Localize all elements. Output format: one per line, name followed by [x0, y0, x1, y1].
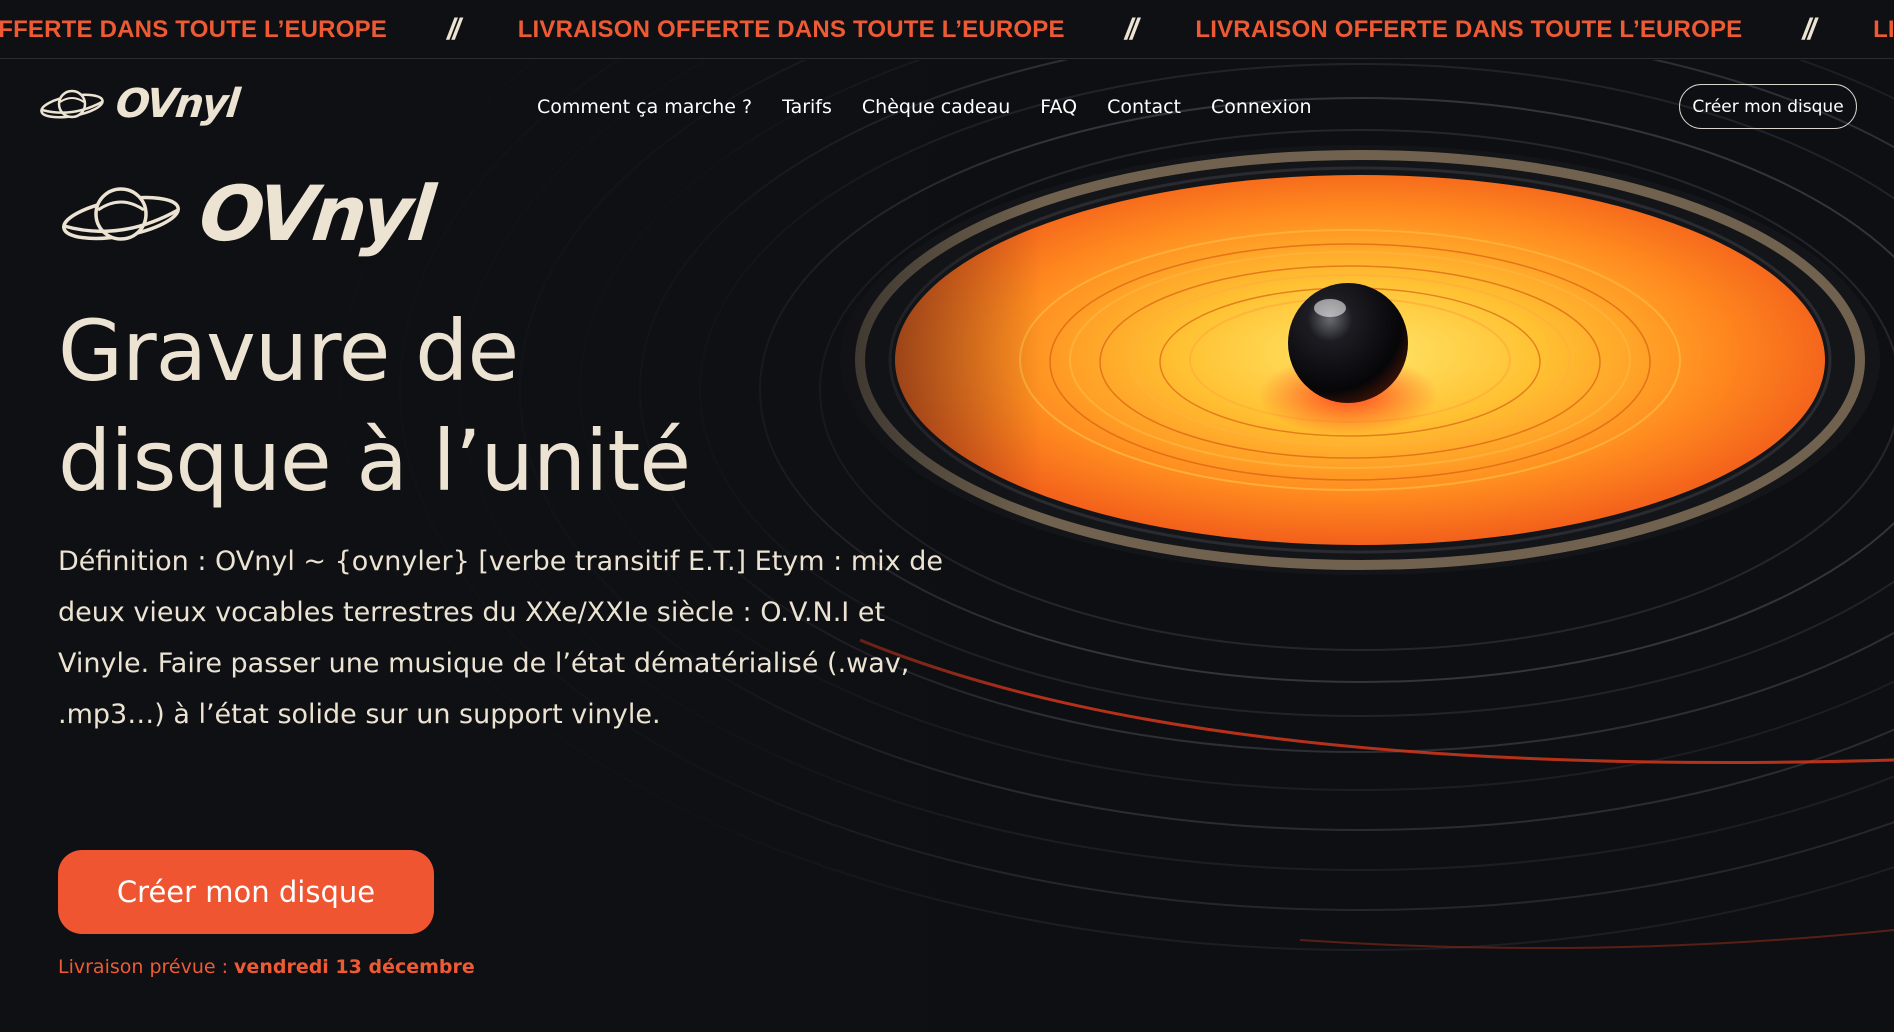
hero-title: Gravure de disque à l’unité	[58, 296, 878, 516]
delivery-date: vendredi 13 décembre	[234, 956, 475, 978]
nav-link-login[interactable]: Connexion	[1211, 96, 1312, 118]
site-header: OVnyl Comment ça marche ? Tarifs Chèque …	[0, 60, 1894, 156]
nav-link-gift-card[interactable]: Chèque cadeau	[862, 96, 1010, 118]
header-logo[interactable]: OVnyl	[38, 81, 241, 127]
nav-link-pricing[interactable]: Tarifs	[782, 96, 832, 118]
nav-link-how-it-works[interactable]: Comment ça marche ?	[537, 96, 752, 118]
main-nav: Comment ça marche ? Tarifs Chèque cadeau…	[537, 96, 1312, 118]
ufo-planet-icon	[62, 187, 180, 241]
marquee-separator: //	[447, 13, 461, 46]
nav-link-faq[interactable]: FAQ	[1040, 96, 1077, 118]
marquee-separator: //	[1124, 13, 1139, 46]
hero-brand-name: OVnyl	[195, 169, 436, 258]
marquee-track: LIVRAISON OFFERTE DANS TOUTE L’EUROPE //…	[0, 13, 1894, 47]
marquee-item: LIVRAISON OFFERTE DANS TOUTE L’EUROPE	[517, 16, 1065, 43]
delivery-label: Livraison prévue :	[58, 956, 235, 978]
announcement-marquee: LIVRAISON OFFERTE DANS TOUTE L’EUROPE //…	[0, 0, 1894, 59]
marquee-item: LIVRAISON OFFERTE DANS TOUTE L’EUROPE	[1873, 16, 1894, 43]
hero-title-line-2: disque à l’unité	[58, 412, 691, 510]
marquee-separator: //	[1802, 13, 1816, 46]
ufo-planet-icon	[40, 89, 104, 119]
hero-description: Définition : OVnyl ~ {ovnyler} [verbe tr…	[58, 546, 943, 730]
header-brand-name: OVnyl	[113, 81, 241, 127]
nav-link-contact[interactable]: Contact	[1107, 96, 1181, 118]
hero-create-disc-button[interactable]: Créer mon disque	[58, 850, 434, 934]
header-create-disc-button[interactable]: Créer mon disque	[1679, 84, 1857, 129]
marquee-item: LIVRAISON OFFERTE DANS TOUTE L’EUROPE	[0, 16, 388, 43]
hero-logo: OVnyl	[58, 169, 435, 258]
hero-title-line-1: Gravure de	[58, 302, 519, 400]
marquee-item: LIVRAISON OFFERTE DANS TOUTE L’EUROPE	[1195, 16, 1743, 43]
delivery-estimate: Livraison prévue : vendredi 13 décembre	[58, 956, 475, 978]
